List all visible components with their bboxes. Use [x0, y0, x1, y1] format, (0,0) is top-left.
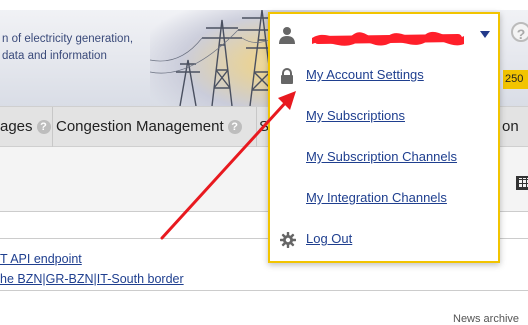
menu-item-subscriptions[interactable]: My Subscriptions: [270, 103, 498, 131]
count-badge: 250: [503, 70, 528, 89]
menu-item-label[interactable]: Log Out: [306, 231, 352, 246]
menu-item-label[interactable]: My Account Settings: [306, 67, 424, 82]
news-link[interactable]: he BZN|GR-BZN|IT-South border: [0, 269, 184, 289]
nav-item-ages[interactable]: ages?: [0, 107, 51, 147]
banner-description: n of electricity generation, data and in…: [2, 31, 133, 65]
nav-item-on[interactable]: on: [502, 107, 519, 147]
help-icon[interactable]: ?: [511, 22, 528, 42]
redacted-username: [312, 31, 464, 46]
menu-item-label[interactable]: My Integration Channels: [306, 190, 447, 205]
menu-item-label[interactable]: My Subscription Channels: [306, 149, 457, 164]
banner-text-line: data and information: [2, 50, 107, 62]
user-menu-header[interactable]: [270, 14, 498, 56]
help-icon[interactable]: ?: [227, 120, 242, 135]
nav-divider: [256, 107, 257, 147]
news-link[interactable]: T API endpoint: [0, 249, 184, 269]
cut-title-text: ʿʾ: [24, 0, 33, 7]
lock-icon: [281, 68, 293, 84]
chevron-down-icon[interactable]: [480, 31, 490, 38]
nav-item-congestion-management[interactable]: Congestion Management?: [56, 107, 242, 147]
nav-divider: [52, 107, 53, 147]
banner-text-line: n of electricity generation,: [2, 33, 134, 45]
table-view-icon[interactable]: [516, 176, 528, 190]
divider: [0, 290, 528, 291]
user-menu-dropdown: My Account Settings My Subscriptions My …: [268, 12, 500, 263]
help-icon[interactable]: ?: [36, 120, 51, 135]
menu-item-account-settings[interactable]: My Account Settings: [270, 62, 498, 90]
gear-icon: [280, 232, 296, 248]
menu-item-label[interactable]: My Subscriptions: [306, 108, 405, 123]
top-strip: ʿʾ: [0, 0, 528, 10]
news-list: T API endpoint he BZN|GR-BZN|IT-South bo…: [0, 249, 184, 289]
menu-item-subscription-channels[interactable]: My Subscription Channels: [270, 144, 498, 172]
menu-item-log-out[interactable]: Log Out: [270, 226, 498, 254]
user-icon: [279, 27, 295, 44]
menu-item-integration-channels[interactable]: My Integration Channels: [270, 185, 498, 213]
nav-item-label: on: [502, 118, 519, 135]
news-archive-link[interactable]: News archive: [453, 313, 519, 325]
nav-item-label: Congestion Management: [56, 118, 224, 135]
nav-item-label: ages: [0, 118, 33, 135]
